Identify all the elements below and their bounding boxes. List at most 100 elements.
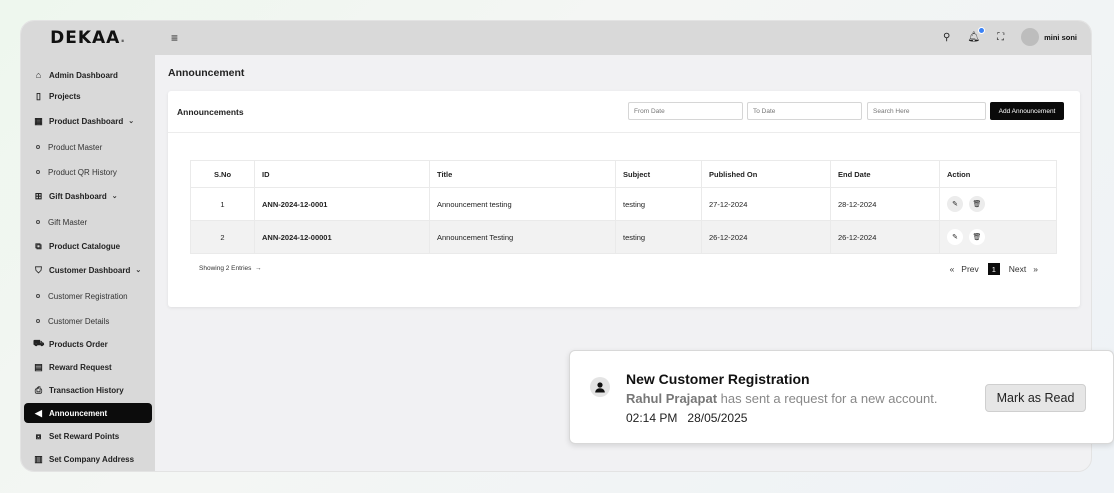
bullet-icon	[36, 170, 40, 174]
home-icon: ⌂	[35, 70, 42, 80]
announcements-card: Announcements Add Announcement S.No ID T…	[168, 91, 1080, 307]
top-header: ≡ ⚲ 🔔︎ ⛶ mini soni	[155, 21, 1091, 55]
sidebar-item-customer-details[interactable]: Customer Details	[24, 311, 152, 331]
announcements-table: S.No ID Title Subject Published On End D…	[190, 160, 1057, 254]
column-header-sno[interactable]: S.No	[190, 160, 255, 188]
chevron-down-icon[interactable]: ⌄	[135, 266, 141, 274]
column-header-id[interactable]: ID	[254, 160, 430, 188]
page-number-current[interactable]: 1	[987, 263, 1000, 275]
fullscreen-icon[interactable]: ⛶	[997, 32, 1004, 43]
brand-logo[interactable]: DEKAA.	[21, 21, 155, 55]
avatar[interactable]	[1021, 28, 1040, 46]
sidebar-item-customer-registration[interactable]: Customer Registration	[24, 286, 152, 306]
sidebar-item-admin-dashboard[interactable]: ⌂ Admin Dashboard	[24, 65, 152, 85]
card-header: Announcements Add Announcement	[168, 91, 1080, 133]
search-icon[interactable]: ⚲	[943, 32, 950, 43]
first-page-button[interactable]: «	[950, 264, 955, 274]
sidebar-item-label: Product Dashboard	[49, 116, 124, 126]
sidebar: DEKAA. ⌂ Admin Dashboard ▯ Projects ▦ Product…	[21, 21, 155, 471]
bullet-icon	[36, 145, 40, 149]
from-date-input[interactable]	[628, 102, 743, 120]
toast-time: 02:14 PM	[626, 411, 678, 425]
sidebar-item-set-company-address[interactable]: ▥ Set Company Address	[24, 449, 152, 469]
sidebar-item-product-qr-history[interactable]: Product QR History	[24, 162, 152, 182]
chevron-down-icon[interactable]: ⌄	[128, 117, 134, 125]
cell-end-date: 26-12-2024	[830, 220, 940, 254]
entries-count-text: Showing 2 Entries	[199, 265, 252, 272]
column-header-subject[interactable]: Subject	[615, 160, 702, 188]
building-icon: ▥	[34, 453, 43, 464]
toast-message-text: has sent a request for a new account.	[717, 391, 938, 406]
prev-page-button[interactable]: Prev	[961, 264, 978, 274]
table-row: 1 ANN-2024-12-0001 Announcement testing …	[190, 187, 1057, 221]
notification-bell-icon[interactable]: 🔔︎	[967, 26, 986, 43]
arrow-right-icon: →	[255, 265, 262, 272]
last-page-button[interactable]: »	[1033, 264, 1038, 274]
sidebar-item-gift-dashboard[interactable]: ⊞ Gift Dashboard ⌄	[24, 186, 152, 206]
delete-icon[interactable]: 🗑︎	[969, 196, 985, 212]
table-row: 2 ANN-2024-12-00001 Announcement Testing…	[190, 220, 1057, 254]
sidebar-item-label: Announcement	[49, 408, 108, 418]
notification-badge	[978, 26, 986, 34]
sidebar-item-set-reward-points[interactable]: ⧇ Set Reward Points	[24, 426, 152, 446]
sidebar-item-label: Customer Dashboard	[49, 265, 131, 275]
column-header-published-on[interactable]: Published On	[701, 160, 831, 188]
mark-as-read-button[interactable]: Mark as Read	[985, 384, 1086, 412]
sidebar-item-label: Set Reward Points	[49, 431, 120, 441]
sidebar-item-transaction-history[interactable]: ⎙ Transaction History	[24, 380, 152, 400]
user-name[interactable]: mini soni	[1044, 33, 1077, 42]
sidebar-item-products-order[interactable]: ⛟ Products Order	[24, 334, 152, 354]
sidebar-item-label: Product Master	[48, 142, 103, 152]
grid-icon: ▦	[34, 115, 43, 126]
sidebar-item-product-dashboard[interactable]: ▦ Product Dashboard ⌄	[24, 111, 152, 131]
cell-title: Announcement testing	[429, 187, 616, 221]
reward-icon: ▤	[34, 361, 43, 372]
sidebar-item-reward-request[interactable]: ▤ Reward Request	[24, 357, 152, 377]
brand-name: DEKAA	[50, 28, 121, 48]
hamburger-menu-icon[interactable]: ≡	[171, 31, 178, 45]
sidebar-item-label: Products Order	[49, 339, 108, 349]
add-announcement-button[interactable]: Add Announcement	[990, 102, 1064, 120]
sidebar-item-label: Customer Registration	[48, 291, 128, 301]
search-input[interactable]	[867, 102, 986, 120]
toast-title: New Customer Registration	[626, 371, 810, 387]
toast-timestamp: 02:14 PM 28/05/2025	[626, 411, 747, 425]
cell-actions: ✎ 🗑︎	[939, 220, 1057, 254]
points-icon: ⧇	[35, 430, 42, 441]
sidebar-item-product-master[interactable]: Product Master	[24, 137, 152, 157]
sidebar-item-label: Admin Dashboard	[49, 70, 118, 80]
sidebar-item-announcement[interactable]: ◀ Announcement	[24, 403, 152, 423]
chevron-down-icon[interactable]: ⌄	[112, 192, 118, 200]
cell-published-on: 26-12-2024	[701, 220, 831, 254]
delete-icon[interactable]: 🗑︎	[969, 229, 985, 245]
sidebar-item-label: Set Company Address	[49, 454, 135, 464]
page-title: Announcement	[168, 67, 245, 79]
column-header-action: Action	[939, 160, 1057, 188]
next-page-button[interactable]: Next	[1009, 264, 1026, 274]
sidebar-item-label: Gift Master	[48, 217, 88, 227]
sidebar-item-label: Gift Dashboard	[49, 191, 107, 201]
user-icon	[590, 377, 610, 397]
bell-glyph: 🔔︎	[967, 31, 981, 43]
sidebar-item-product-catalogue[interactable]: ⧉ Product Catalogue	[24, 236, 152, 256]
card-title: Announcements	[177, 107, 244, 117]
sidebar-item-gift-master[interactable]: Gift Master	[24, 212, 152, 232]
pagination: « Prev 1 Next »	[943, 263, 1038, 275]
gift-icon: ⊞	[34, 190, 43, 201]
cell-actions: ✎ 🗑︎	[939, 187, 1057, 221]
edit-icon[interactable]: ✎	[947, 229, 963, 245]
sidebar-item-projects[interactable]: ▯ Projects	[24, 86, 152, 106]
cell-title: Announcement Testing	[429, 220, 616, 254]
column-header-end-date[interactable]: End Date	[830, 160, 940, 188]
edit-icon[interactable]: ✎	[947, 196, 963, 212]
to-date-input[interactable]	[747, 102, 862, 120]
cell-sno: 2	[190, 220, 255, 254]
cell-published-on: 27-12-2024	[701, 187, 831, 221]
catalogue-icon: ⧉	[35, 240, 42, 251]
column-header-title[interactable]: Title	[429, 160, 616, 188]
sidebar-item-label: Customer Details	[48, 316, 110, 326]
sidebar-item-customer-dashboard[interactable]: ⛉ Customer Dashboard ⌄	[24, 260, 152, 280]
toast-date: 28/05/2025	[687, 411, 748, 425]
cart-icon: ⛟	[33, 338, 45, 348]
customer-icon: ⛉	[35, 264, 42, 275]
